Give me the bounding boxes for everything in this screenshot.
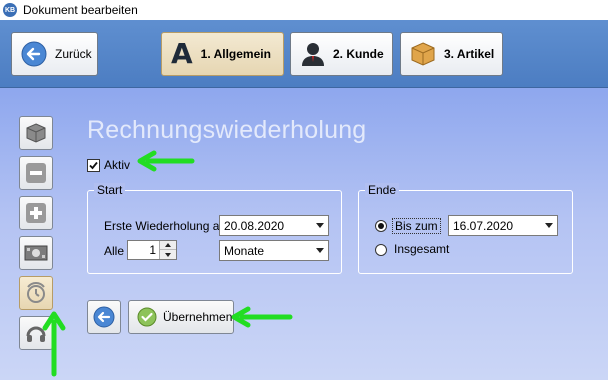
bis-zum-date[interactable]: 16.07.2020: [448, 215, 558, 236]
toolbar: Zurück A 1. Allgemein 2. Kunde 3. Artike…: [0, 20, 608, 88]
sidebar-plus-button[interactable]: [19, 196, 53, 230]
money-icon: [24, 243, 48, 263]
back-label: Zurück: [55, 47, 92, 61]
apply-label: Übernehmen: [163, 310, 233, 324]
box-icon: [25, 122, 47, 144]
aktiv-checkbox[interactable]: [87, 158, 100, 172]
tab-artikel-label: 3. Artikel: [444, 47, 495, 61]
erste-wiederholung-label: Erste Wiederholung am: [104, 219, 230, 233]
user-icon: [301, 41, 325, 67]
tab-kunde[interactable]: 2. Kunde: [290, 32, 393, 76]
title-bar: KB Dokument bearbeiten: [0, 0, 608, 20]
chevron-down-icon[interactable]: [540, 216, 557, 235]
arrow-left-icon: [21, 41, 47, 67]
interval-stepper[interactable]: 1: [127, 240, 177, 260]
ende-group: Ende Bis zum 16.07.2020 Insgesamt: [358, 183, 573, 274]
tab-artikel[interactable]: 3. Artikel: [400, 32, 503, 76]
arrow-left-icon: [93, 306, 115, 328]
tab-allgemein-label: 1. Allgemein: [200, 47, 271, 61]
interval-unit-value: Monate: [224, 243, 265, 258]
back-small-button[interactable]: [87, 300, 121, 334]
annotation-arrow-icon: [231, 306, 293, 328]
window-title: Dokument bearbeiten: [23, 3, 138, 17]
alle-label: Alle: [104, 244, 125, 258]
insgesamt-radio[interactable]: [375, 244, 387, 256]
box-icon: [410, 41, 436, 67]
sidebar-recurrence-button[interactable]: [19, 276, 53, 310]
sidebar-minus-button[interactable]: [19, 156, 53, 190]
interval-unit-select[interactable]: Monate: [219, 240, 329, 261]
back-button[interactable]: Zurück: [11, 32, 98, 76]
start-group: Start Erste Wiederholung am 20.08.2020 A…: [87, 183, 342, 274]
chevron-down-icon[interactable]: [311, 241, 328, 260]
tab-allgemein[interactable]: A 1. Allgemein: [161, 32, 284, 76]
main-panel: Rechnungswiederholung Aktiv Start Erste …: [0, 88, 608, 380]
sidebar-box-button[interactable]: [19, 116, 53, 150]
section-heading: Rechnungswiederholung: [87, 116, 367, 144]
plus-icon: [25, 202, 47, 224]
apply-button[interactable]: Übernehmen: [128, 300, 234, 334]
interval-value: 1: [149, 243, 156, 257]
letter-a-icon: A: [171, 37, 193, 70]
spin-down-icon[interactable]: [160, 250, 176, 259]
insgesamt-label: Insgesamt: [394, 242, 450, 256]
tab-kunde-label: 2. Kunde: [333, 47, 384, 61]
annotation-arrow-icon: [42, 311, 66, 377]
bis-zum-radio[interactable]: [375, 220, 387, 232]
aktiv-checkbox-row[interactable]: Aktiv: [87, 158, 130, 172]
annotation-arrow-icon: [137, 150, 195, 172]
minus-icon: [25, 162, 47, 184]
app-icon: KB: [3, 3, 17, 17]
aktiv-label: Aktiv: [104, 158, 131, 172]
start-legend: Start: [94, 183, 126, 197]
bis-zum-label[interactable]: Bis zum: [392, 218, 441, 234]
bis-zum-value: 16.07.2020: [453, 218, 514, 233]
ende-legend: Ende: [365, 183, 400, 197]
erste-wiederholung-date[interactable]: 20.08.2020: [219, 215, 329, 236]
checkmark-icon: [137, 307, 157, 327]
stopwatch-icon: [25, 282, 47, 304]
chevron-down-icon[interactable]: [311, 216, 328, 235]
erste-wiederholung-value: 20.08.2020: [224, 218, 285, 233]
spin-up-icon[interactable]: [160, 241, 176, 250]
sidebar-money-button[interactable]: [19, 236, 53, 270]
